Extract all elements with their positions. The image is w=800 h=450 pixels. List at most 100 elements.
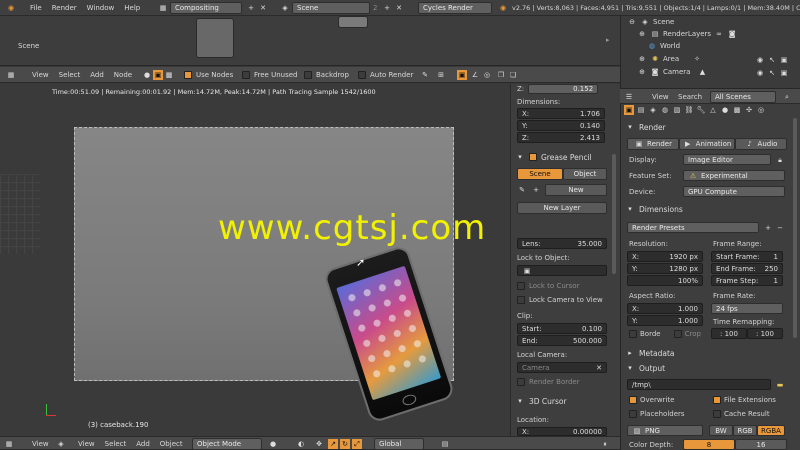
auto-render-checkbox[interactable] — [358, 71, 366, 79]
gp-tab-object[interactable]: Object — [563, 168, 607, 180]
add-preset-icon[interactable]: + — [763, 223, 773, 233]
res-x-field[interactable]: X: 1920 px — [627, 251, 703, 262]
output-path-field[interactable]: /tmp\ — [627, 379, 771, 390]
render-presets-select[interactable]: Render Presets — [627, 222, 759, 233]
folder-icon[interactable]: ▬ — [775, 380, 785, 390]
close-scene-icon[interactable]: ✕ — [394, 3, 404, 13]
start-frame-field[interactable]: Start Frame: 1 — [711, 251, 783, 262]
screen-layout-field[interactable]: Compositing — [170, 2, 242, 14]
manipulator-icon[interactable]: ✥ — [314, 439, 324, 449]
3d-viewport[interactable]: Time:00:51.09 | Remaining:00:01.92 | Mem… — [0, 84, 510, 436]
outliner-menu-search[interactable]: Search — [678, 93, 702, 101]
menu-add[interactable]: Add — [90, 71, 104, 79]
dim-y-field[interactable]: Y: 0.140 — [517, 120, 605, 131]
menu-render[interactable]: Render — [52, 4, 77, 12]
res-percent-field[interactable]: 100% — [627, 275, 703, 286]
mode-select[interactable]: Object Mode — [192, 438, 262, 450]
pivot-icon[interactable]: ◐ — [296, 439, 306, 449]
expand-icon-2[interactable]: ⊕ — [637, 29, 647, 39]
rgb-button[interactable]: RGB — [733, 425, 757, 436]
lock-to-cursor-checkbox[interactable] — [517, 282, 525, 290]
menu-file[interactable]: File — [30, 4, 42, 12]
outliner-item-renderlayers[interactable]: ⊕ ▤ RenderLayers ∞ ◙ — [637, 29, 737, 39]
pencil-icon[interactable]: ✎ — [517, 185, 527, 195]
properties-scrollbar[interactable] — [793, 118, 797, 338]
bw-button[interactable]: BW — [709, 425, 733, 436]
n-panel-scrollbar[interactable] — [612, 154, 616, 274]
material-tab-icon[interactable]: ● — [720, 105, 730, 115]
local-camera-field[interactable]: Camera ✕ — [517, 362, 607, 373]
modifiers-tab-icon[interactable]: 🔧︎ — [696, 105, 706, 115]
add-scene-icon[interactable]: + — [382, 3, 392, 13]
outliner-filter-select[interactable]: All Scenes — [710, 91, 776, 103]
3d-cursor-header[interactable]: ▾ 3D Cursor — [515, 396, 566, 406]
copy-icon[interactable]: ❐ — [496, 70, 506, 80]
gp-new-button[interactable]: New — [545, 184, 607, 196]
gp-tab-scene[interactable]: Scene — [517, 168, 563, 180]
depth-16-button[interactable]: 16 — [735, 439, 787, 450]
outliner-search-icon[interactable]: ⌕ — [782, 92, 792, 102]
render-button[interactable]: ▣ Render — [627, 138, 679, 150]
outliner[interactable]: ⊖ ◈ Scene ⊕ ▤ RenderLayers ∞ ◙ ◍ World ⊕ ✺ Area ✧ … — [620, 16, 800, 88]
particles-tab-icon[interactable]: ✣ — [744, 105, 754, 115]
expand-icon-4[interactable]: ⊕ — [637, 67, 647, 77]
overwrite-checkbox[interactable] — [629, 396, 637, 404]
pointer-icon-2[interactable]: ↖ — [767, 68, 777, 78]
clear-camera-icon[interactable]: ✕ — [596, 364, 602, 372]
expand-icon[interactable]: ⊖ — [627, 17, 637, 27]
render-section-header[interactable]: ▾ Render — [625, 122, 665, 132]
transform-orientation-select[interactable]: Global — [374, 438, 424, 450]
remove-preset-icon[interactable]: − — [775, 223, 785, 233]
scene-icon[interactable]: ◈ — [280, 3, 290, 13]
animation-button[interactable]: ▶ Animation — [679, 138, 735, 150]
snap-icon[interactable]: ⊞ — [436, 70, 446, 80]
render-tab-icon[interactable]: ▣ — [624, 105, 634, 115]
render-visibility-icon[interactable]: ▣ — [779, 55, 789, 65]
file-format-select[interactable]: ▨ PNG — [627, 425, 703, 436]
dim-x-field[interactable]: X: 1.706 — [517, 108, 605, 119]
scene-tab-icon[interactable]: ◈ — [648, 105, 658, 115]
outliner-item-scene[interactable]: ⊖ ◈ Scene — [627, 17, 674, 27]
outliner-item-camera[interactable]: ⊕ ◙ Camera ▲ — [637, 67, 707, 77]
outliner-item-world[interactable]: ◍ World — [647, 41, 680, 51]
gp-new-layer-button[interactable]: New Layer — [517, 202, 607, 214]
grease-pencil-header[interactable]: ▾ Grease Pencil — [515, 152, 592, 162]
editor-type-icon[interactable]: ▦ — [6, 70, 16, 80]
editor-type-icon-3d[interactable]: ◈ — [56, 439, 66, 449]
translate-icon[interactable]: ↗ — [328, 439, 338, 449]
cache-result-checkbox[interactable] — [713, 410, 721, 418]
snap-node-icon[interactable]: ▣ — [457, 70, 467, 80]
remap-old-field[interactable]: : 100 — [711, 328, 747, 339]
backdrop-checkbox[interactable] — [304, 71, 312, 79]
outliner-type-icon[interactable]: ☰ — [624, 92, 634, 102]
dimensions-section-header[interactable]: ▾ Dimensions — [625, 204, 683, 214]
file-extensions-checkbox[interactable] — [713, 396, 721, 404]
snap-3d-icon[interactable]: ⏸ — [600, 439, 610, 449]
clip-start-field[interactable]: Start: 0.100 — [517, 323, 607, 334]
scene-field[interactable]: Scene — [292, 2, 370, 14]
placeholders-checkbox[interactable] — [629, 410, 637, 418]
render-engine-select[interactable]: Cycles Render — [418, 2, 492, 14]
expand-icon-3[interactable]: ⊕ — [637, 54, 647, 64]
lock-camera-to-view-checkbox[interactable] — [517, 296, 525, 304]
eye-icon-2[interactable]: ◉ — [755, 68, 765, 78]
crop-checkbox[interactable] — [673, 330, 682, 338]
dim-z-field[interactable]: Z: 2.413 — [517, 132, 605, 143]
location-z-field[interactable]: 0.152 — [528, 84, 599, 94]
render-border-checkbox[interactable] — [517, 378, 525, 386]
cursor-x-field[interactable]: X: 0.00000 — [517, 427, 607, 436]
lock-icon[interactable]: 🔒︎ — [775, 155, 785, 165]
aspect-x-field[interactable]: X: 1.000 — [627, 303, 703, 314]
render-visibility-icon-2[interactable]: ▣ — [779, 68, 789, 78]
output-section-header[interactable]: ▾ Output — [625, 363, 665, 373]
render-layers-tab-icon[interactable]: ▤ — [636, 105, 646, 115]
remap-new-field[interactable]: : 100 — [747, 328, 783, 339]
end-frame-field[interactable]: End Frame: 250 — [711, 263, 783, 274]
menu-select-3d[interactable]: Select — [105, 440, 127, 448]
eye-icon[interactable]: ◉ — [755, 55, 765, 65]
node-editor[interactable]: Scene ▸ — [0, 16, 620, 66]
pin-icon[interactable]: ✎ — [420, 70, 430, 80]
link-icon[interactable]: ∠ — [470, 70, 480, 80]
blender-logo-icon[interactable]: ◉ — [6, 3, 16, 13]
outliner-item-area[interactable]: ⊕ ✺ Area ✧ — [637, 54, 702, 64]
